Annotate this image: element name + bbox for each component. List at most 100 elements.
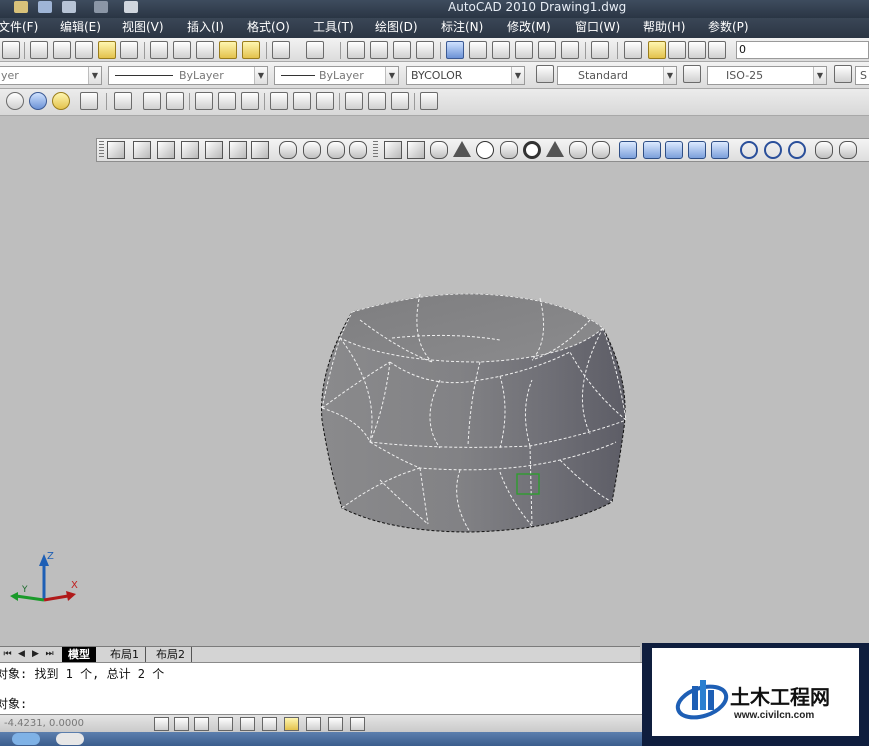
markup-icon[interactable] bbox=[120, 41, 138, 59]
zoom-window-icon[interactable] bbox=[393, 41, 411, 59]
intersect-icon[interactable] bbox=[788, 141, 806, 159]
3d-move-icon[interactable] bbox=[815, 141, 833, 159]
presspull-icon[interactable] bbox=[643, 141, 661, 159]
table-style-icon[interactable] bbox=[834, 65, 852, 83]
menu-modify[interactable]: 修改(M) bbox=[507, 20, 551, 35]
save-icon[interactable] bbox=[38, 1, 52, 13]
planar-surface-icon[interactable] bbox=[592, 141, 610, 159]
ucs-object-icon[interactable] bbox=[218, 92, 236, 110]
pyramid-icon[interactable] bbox=[546, 141, 564, 157]
print-icon[interactable] bbox=[30, 41, 48, 59]
3d-osnap-toggle[interactable] bbox=[262, 717, 277, 731]
help-icon[interactable] bbox=[591, 41, 609, 59]
otrack-toggle[interactable] bbox=[284, 717, 299, 731]
loft-icon[interactable] bbox=[711, 141, 729, 159]
menu-insert[interactable]: 插入(I) bbox=[187, 20, 224, 35]
ucs-face-icon[interactable] bbox=[195, 92, 213, 110]
match-properties-icon[interactable] bbox=[219, 41, 237, 59]
autocad-task-icon[interactable] bbox=[56, 733, 84, 745]
layer-on-icon[interactable] bbox=[648, 41, 666, 59]
ucs-view-icon[interactable] bbox=[241, 92, 259, 110]
snap-toggle[interactable] bbox=[154, 717, 169, 731]
ucs-origin-icon[interactable] bbox=[270, 92, 288, 110]
menu-parametric[interactable]: 参数(P) bbox=[708, 20, 749, 35]
next-tab-icon[interactable]: ▶ bbox=[30, 648, 41, 661]
publish-icon[interactable] bbox=[75, 41, 93, 59]
dim-style-icon[interactable] bbox=[683, 65, 701, 83]
shaded-style-icon[interactable] bbox=[52, 92, 70, 110]
polar-toggle[interactable] bbox=[218, 717, 233, 731]
top-view-icon[interactable] bbox=[133, 141, 151, 159]
menu-help[interactable]: 帮助(H) bbox=[643, 20, 685, 35]
layer-combo[interactable]: yer ▼ bbox=[0, 66, 102, 85]
union-icon[interactable] bbox=[740, 141, 758, 159]
osnap-toggle[interactable] bbox=[240, 717, 255, 731]
print-preview-icon[interactable] bbox=[53, 41, 71, 59]
cut-icon[interactable] bbox=[150, 41, 168, 59]
layer-viewport-icon[interactable] bbox=[688, 41, 706, 59]
helix-icon[interactable] bbox=[569, 141, 587, 159]
table-style-combo[interactable]: S bbox=[855, 66, 869, 85]
torus-icon[interactable] bbox=[523, 141, 541, 159]
redo-icon[interactable] bbox=[306, 41, 324, 59]
grid-toggle[interactable] bbox=[174, 717, 189, 731]
text-style-combo[interactable]: Standard ▼ bbox=[557, 66, 677, 85]
tab-layout2[interactable]: 布局2 bbox=[150, 647, 192, 662]
polysolid-icon[interactable] bbox=[384, 141, 402, 159]
layer-dropdown[interactable]: 0 bbox=[736, 41, 869, 59]
start-icon[interactable] bbox=[12, 733, 40, 745]
last-tab-icon[interactable]: ⏭ bbox=[44, 648, 55, 661]
ucs-icon[interactable] bbox=[114, 92, 132, 110]
left-view-icon[interactable] bbox=[181, 141, 199, 159]
zoom-previous-icon[interactable] bbox=[416, 41, 434, 59]
ucs-x-icon[interactable] bbox=[345, 92, 363, 110]
save-icon[interactable] bbox=[2, 41, 20, 59]
ucs-previous-icon[interactable] bbox=[166, 92, 184, 110]
calculator-icon[interactable] bbox=[561, 41, 579, 59]
first-tab-icon[interactable]: ⏮ bbox=[2, 648, 13, 661]
ucs-world-icon[interactable] bbox=[143, 92, 161, 110]
undo-icon[interactable] bbox=[62, 1, 76, 13]
dim-style-combo[interactable]: ISO-25 ▼ bbox=[707, 66, 827, 85]
layer-manager-icon[interactable] bbox=[624, 41, 642, 59]
ucs-z-icon[interactable] bbox=[391, 92, 409, 110]
apply-ucs-icon[interactable] bbox=[420, 92, 438, 110]
menu-dimension[interactable]: 标注(N) bbox=[441, 20, 483, 35]
realistic-style-icon[interactable] bbox=[6, 92, 24, 110]
front-view-icon[interactable] bbox=[229, 141, 247, 159]
menu-file[interactable]: 文件(F) bbox=[0, 20, 38, 35]
pan-icon[interactable] bbox=[347, 41, 365, 59]
markup-set-icon[interactable] bbox=[538, 41, 556, 59]
menu-window[interactable]: 窗口(W) bbox=[575, 20, 620, 35]
plot-icon[interactable] bbox=[124, 1, 138, 13]
paste-icon[interactable] bbox=[196, 41, 214, 59]
visual-style-manager-icon[interactable] bbox=[80, 92, 98, 110]
box-icon[interactable] bbox=[407, 141, 425, 159]
properties-icon[interactable] bbox=[446, 41, 464, 59]
menu-draw[interactable]: 绘图(D) bbox=[375, 20, 418, 35]
tool-palettes-icon[interactable] bbox=[492, 41, 510, 59]
cone-icon[interactable] bbox=[453, 141, 471, 157]
sphere-icon[interactable] bbox=[476, 141, 494, 159]
3d-dwf-icon[interactable] bbox=[98, 41, 116, 59]
undo-icon[interactable] bbox=[272, 41, 290, 59]
command-prompt[interactable]: 对象: bbox=[0, 697, 27, 711]
linetype-combo[interactable]: ByLayer ▼ bbox=[274, 66, 399, 85]
menu-format[interactable]: 格式(O) bbox=[247, 20, 290, 35]
menu-view[interactable]: 视图(V) bbox=[122, 20, 164, 35]
lineweight-toggle[interactable] bbox=[350, 717, 365, 731]
ne-iso-icon[interactable] bbox=[327, 141, 345, 159]
selected-3d-solid[interactable] bbox=[300, 280, 640, 540]
block-editor-icon[interactable] bbox=[242, 41, 260, 59]
dyn-toggle[interactable] bbox=[328, 717, 343, 731]
view-manager-icon[interactable] bbox=[107, 141, 125, 159]
sweep-icon[interactable] bbox=[665, 141, 683, 159]
ucs-3point-icon[interactable] bbox=[316, 92, 334, 110]
se-iso-icon[interactable] bbox=[303, 141, 321, 159]
tab-layout1[interactable]: 布局1 bbox=[104, 647, 146, 662]
toolbar-grip[interactable] bbox=[373, 141, 378, 159]
sw-iso-icon[interactable] bbox=[279, 141, 297, 159]
copy-icon[interactable] bbox=[173, 41, 191, 59]
subtract-icon[interactable] bbox=[764, 141, 782, 159]
prev-tab-icon[interactable]: ◀ bbox=[16, 648, 27, 661]
